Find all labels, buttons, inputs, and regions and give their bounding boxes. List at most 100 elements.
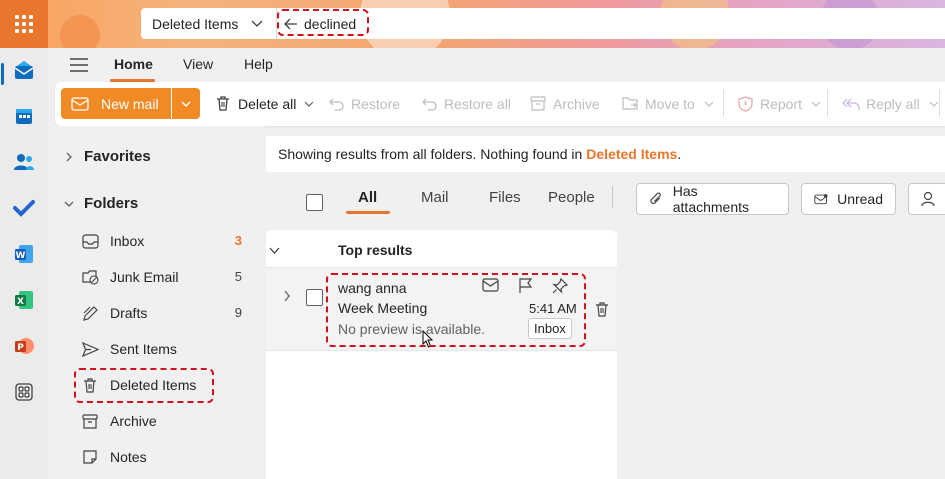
mail-icon [71, 96, 89, 111]
hamburger-menu-icon[interactable] [70, 58, 88, 72]
ribbon-toolbar: New mail Delete all Restore Restore all … [55, 82, 945, 126]
tab-mail[interactable]: Mail [421, 189, 449, 206]
reading-pane [618, 230, 945, 479]
info-folder-name: Deleted Items [586, 146, 678, 162]
undo-icon [422, 98, 437, 111]
message-highlight-box [326, 273, 586, 347]
chevron-down-icon [811, 101, 821, 107]
folder-label: Inbox [110, 233, 145, 249]
chevron-down-icon [269, 247, 280, 254]
junk-icon [82, 270, 99, 285]
move-to-button[interactable]: Move to [622, 88, 714, 119]
undo-icon [329, 98, 344, 111]
calendar-app-icon [16, 109, 32, 124]
folder-label: Archive [110, 413, 157, 429]
folder-move-icon [622, 97, 638, 110]
reply-all-label: Reply all [866, 95, 920, 112]
ribbon-separator [827, 90, 828, 117]
report-label: Report [760, 95, 803, 112]
folders-header[interactable]: Folders [64, 195, 138, 212]
item-count: 5 [234, 269, 242, 284]
drafts-icon [83, 305, 98, 321]
rail-word[interactable]: W [0, 234, 48, 274]
restore-label: Restore [351, 95, 401, 112]
rail-calendar[interactable] [0, 96, 48, 136]
rail-powerpoint[interactable]: P [0, 326, 48, 366]
restore-button[interactable]: Restore [329, 88, 400, 119]
trash-icon[interactable] [594, 301, 610, 318]
archive-label: Archive [553, 95, 600, 112]
people-app-icon [14, 154, 34, 170]
restore-all-button[interactable]: Restore all [422, 88, 511, 119]
unread-filter[interactable]: Unread [801, 183, 896, 215]
rail-todo[interactable] [0, 188, 48, 228]
tab-view[interactable]: View [183, 56, 213, 72]
filter-separator [612, 186, 613, 208]
folder-item-sent[interactable]: Sent Items [82, 337, 242, 361]
reply-all-icon [842, 98, 860, 110]
tab-help[interactable]: Help [244, 56, 273, 72]
new-mail-button[interactable]: New mail [61, 88, 171, 119]
new-mail-dropdown[interactable] [172, 88, 200, 119]
ribbon-separator [723, 90, 724, 117]
folder-item-archive[interactable]: Archive [82, 409, 242, 433]
folder-label: Junk Email [110, 269, 179, 285]
folders-label: Folders [84, 195, 139, 212]
rail-more-apps[interactable] [0, 372, 48, 412]
deleted-items-highlight-box [74, 368, 214, 403]
unread-count: 3 [234, 233, 242, 248]
archive-button[interactable]: Archive [530, 88, 600, 119]
folder-item-drafts[interactable]: Drafts 9 [82, 301, 242, 325]
more-filter[interactable] [908, 183, 945, 215]
archive-icon [530, 96, 546, 111]
results-list: Top results wang anna Week Meeting No pr… [266, 230, 617, 479]
svg-text:P: P [17, 343, 24, 353]
person-icon [921, 191, 935, 207]
filter-bar: All Mail Files People Has attachments Un… [266, 172, 945, 222]
tab-all[interactable]: All [358, 189, 377, 206]
unread-mail-icon [814, 194, 828, 205]
favorites-label: Favorites [84, 148, 151, 165]
folder-label: Notes [110, 449, 147, 465]
search-highlight-box [277, 9, 369, 36]
delete-all-button[interactable]: Delete all [215, 88, 314, 119]
info-suffix: . [677, 146, 682, 162]
search-scope-label: Deleted Items [152, 15, 239, 32]
chevron-down-icon [929, 101, 939, 107]
top-results-header[interactable]: Top results [269, 242, 412, 258]
search-box[interactable]: declined [277, 8, 945, 39]
tab-home[interactable]: Home [114, 56, 153, 72]
restore-all-label: Restore all [444, 95, 511, 112]
mail-app-icon [14, 61, 34, 79]
svg-text:X: X [17, 297, 24, 307]
search-scope-dropdown[interactable]: Deleted Items [141, 8, 277, 39]
chevron-right-icon[interactable] [282, 290, 292, 302]
report-button[interactable]: Report [738, 88, 821, 119]
notes-icon [83, 450, 97, 464]
unread-label: Unread [837, 191, 883, 207]
app-launcher-button[interactable] [0, 0, 48, 48]
word-app-icon: W [15, 245, 33, 263]
todo-app-icon [13, 200, 35, 217]
tab-people[interactable]: People [548, 189, 595, 206]
folder-item-inbox[interactable]: Inbox 3 [82, 229, 242, 253]
message-checkbox[interactable] [306, 289, 323, 306]
favorites-header[interactable]: Favorites [64, 148, 151, 165]
item-count: 9 [234, 305, 242, 320]
reply-all-button[interactable]: Reply all [842, 88, 939, 119]
archive-icon [82, 413, 98, 429]
rail-mail[interactable] [0, 51, 48, 91]
folder-item-notes[interactable]: Notes [82, 445, 242, 469]
folder-label: Drafts [110, 305, 148, 321]
menu-bar: Home View Help [48, 48, 945, 82]
select-all-checkbox[interactable] [306, 194, 323, 211]
has-attachments-filter[interactable]: Has attachments [636, 183, 789, 215]
active-tab-indicator [346, 211, 390, 214]
folder-item-junk[interactable]: Junk Email 5 [82, 265, 242, 289]
chevron-down-icon [64, 201, 74, 207]
delete-all-label: Delete all [238, 95, 297, 112]
rail-excel[interactable]: X [0, 280, 48, 320]
apps-grid-icon [15, 383, 33, 401]
tab-files[interactable]: Files [489, 189, 521, 206]
rail-people[interactable] [0, 142, 48, 182]
